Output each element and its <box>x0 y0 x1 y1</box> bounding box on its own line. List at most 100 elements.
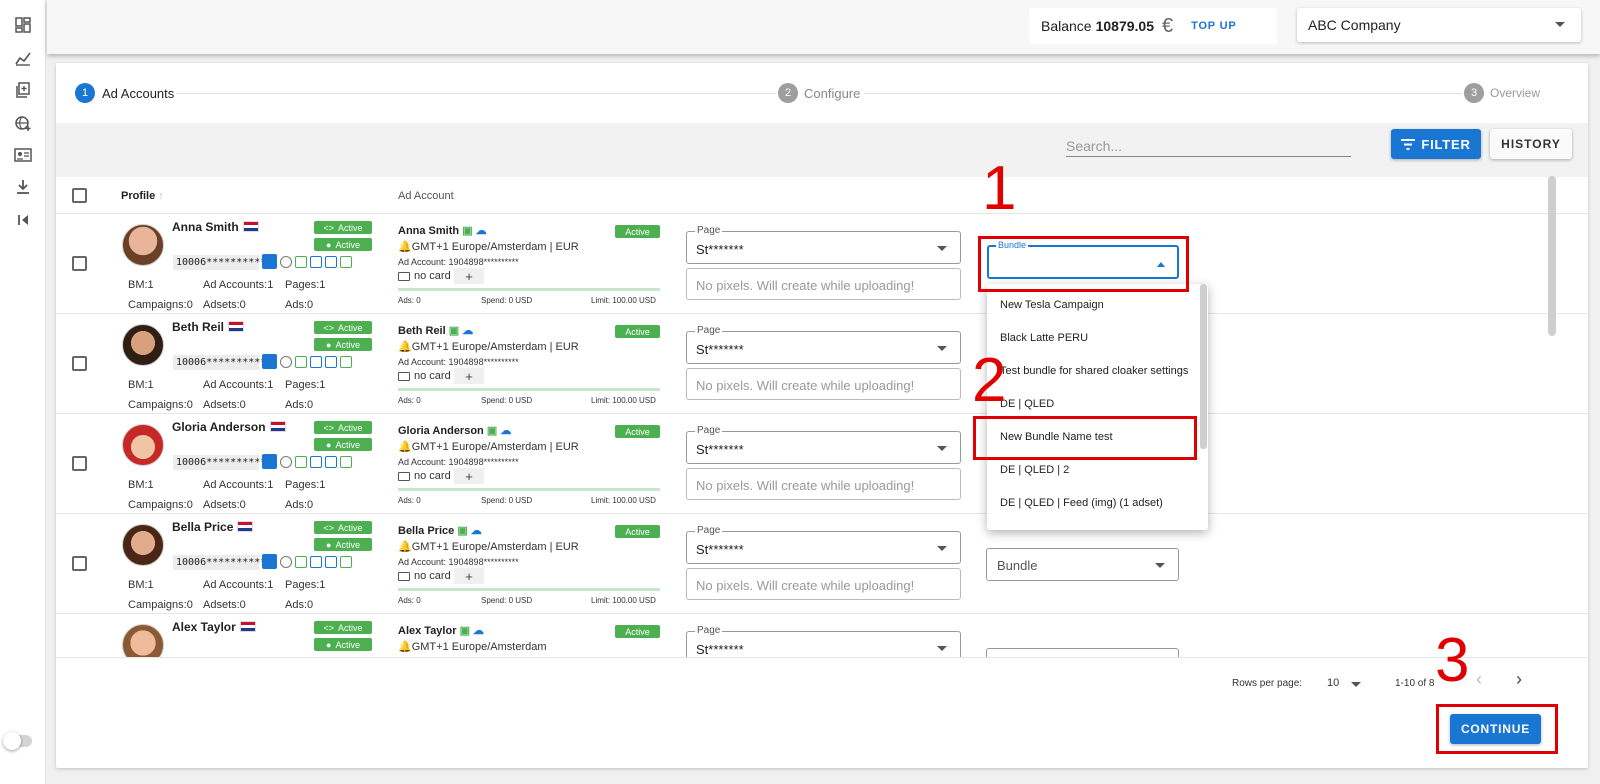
next-page-icon[interactable]: › <box>1516 669 1522 690</box>
row-checkbox[interactable] <box>72 456 87 471</box>
add-card-button[interactable]: + <box>454 368 484 384</box>
profile-card-icon[interactable] <box>262 254 277 269</box>
cloud-icon[interactable] <box>310 455 322 468</box>
menu-scrollbar[interactable] <box>1200 284 1207 449</box>
page-select[interactable]: Page St******* <box>686 625 961 657</box>
add-library-icon[interactable] <box>12 79 34 101</box>
pixel-field[interactable]: No pixels. Will create while uploading! <box>686 468 961 500</box>
money-icon[interactable] <box>340 455 352 468</box>
cloud-icon[interactable] <box>310 355 322 368</box>
step-3-label[interactable]: Overview <box>1490 86 1540 100</box>
page-select-label: Page <box>695 325 723 336</box>
bundle-option[interactable]: Black Latte PERU <box>1000 332 1088 344</box>
select-all-checkbox[interactable] <box>72 188 87 203</box>
page-select[interactable]: Page St******* <box>686 325 961 364</box>
dashboard-icon[interactable] <box>12 14 34 36</box>
add-card-button[interactable]: + <box>454 568 484 584</box>
ad-timezone: 🔔GMT+1 Europe/Amsterdam | EUR <box>398 241 579 253</box>
pages-icon[interactable] <box>325 355 337 368</box>
pixel-field[interactable]: No pixels. Will create while uploading! <box>686 368 961 400</box>
browser-icon[interactable] <box>280 355 292 368</box>
row-checkbox[interactable] <box>72 556 87 571</box>
history-button[interactable]: HISTORY <box>1490 129 1572 159</box>
step-connector <box>864 93 1462 94</box>
previous-page-icon[interactable]: ‹ <box>1476 669 1482 690</box>
pixel-field[interactable]: No pixels. Will create while uploading! <box>686 568 961 600</box>
step-3-circle: 3 <box>1464 83 1484 103</box>
bundle-option[interactable]: DE | QLED | Feed (img) (1 adset) <box>1000 497 1163 509</box>
cookie-icon: ● <box>326 439 332 450</box>
pixel-field[interactable]: No pixels. Will create while uploading! <box>686 268 961 300</box>
profile-name: Bella Price <box>172 520 254 534</box>
bundle-option[interactable]: DE | QLED | 2 <box>1000 464 1069 476</box>
add-card-button[interactable]: + <box>454 268 484 284</box>
browser-icon[interactable] <box>280 255 292 268</box>
bundle-option[interactable]: DE | QLED <box>1000 398 1054 410</box>
page-select-value: St******* <box>696 542 744 557</box>
profile-card-icon[interactable] <box>12 144 34 166</box>
page-select[interactable]: Page St******* <box>686 225 961 264</box>
step-connector <box>176 93 776 94</box>
document-icon[interactable] <box>295 455 307 468</box>
profile-id: 10006********** <box>173 255 266 270</box>
cloud-icon[interactable] <box>310 555 322 568</box>
column-header-profile[interactable]: Profile ↑ <box>121 190 164 202</box>
table-row: Alex Taylor <> Active ● Active Alex Taylor… <box>56 614 1588 657</box>
wizard-card: 1 Ad Accounts 2 Configure 3 Overview Sea… <box>56 63 1588 768</box>
ads-count: Ads:0 <box>285 399 314 411</box>
document-icon[interactable] <box>295 355 307 368</box>
ad-account-name: Alex Taylor ▣ ☁ <box>398 625 485 637</box>
pagination-range: 1-10 of 8 <box>1395 678 1435 689</box>
bundle-option[interactable]: Test bundle for shared cloaker settings <box>1000 365 1188 377</box>
collapse-rail-icon[interactable] <box>12 209 34 231</box>
money-icon[interactable] <box>340 255 352 268</box>
step-2-label[interactable]: Configure <box>804 86 860 101</box>
add-card-button[interactable]: + <box>454 468 484 484</box>
rows-per-page-select[interactable]: 10 <box>1327 677 1339 689</box>
money-icon[interactable] <box>340 355 352 368</box>
page-select-value: St******* <box>696 442 744 457</box>
bundle-select[interactable] <box>986 648 1179 657</box>
pages-icon[interactable] <box>325 255 337 268</box>
company-select[interactable]: ABC Company <box>1297 8 1581 42</box>
rows-per-page-label: Rows per page: <box>1232 678 1303 689</box>
step-1-label[interactable]: Ad Accounts <box>102 86 174 101</box>
filter-button[interactable]: FILTER <box>1391 129 1481 159</box>
top-up-button[interactable]: TOP UP <box>1191 20 1236 32</box>
company-select-value: ABC Company <box>1308 17 1401 33</box>
bundle-select[interactable]: Bundle <box>986 548 1179 581</box>
row-checkbox[interactable] <box>72 356 87 371</box>
euro-icon: € <box>1162 14 1174 37</box>
document-icon[interactable] <box>295 555 307 568</box>
bundle-option[interactable]: New Tesla Campaign <box>1000 299 1104 311</box>
profile-card-icon[interactable] <box>262 554 277 569</box>
page-select[interactable]: Page St******* <box>686 425 961 464</box>
row-checkbox[interactable] <box>72 256 87 271</box>
download-icon[interactable] <box>12 176 34 198</box>
browser-icon[interactable] <box>280 555 292 568</box>
money-icon[interactable] <box>340 555 352 568</box>
annotation-number: 3 <box>1435 626 1470 695</box>
page-select[interactable]: Page St******* <box>686 525 961 564</box>
bm-count: BM:1 <box>128 579 154 591</box>
profile-card-icon[interactable] <box>262 354 277 369</box>
status-badge: <> Active <box>314 221 372 234</box>
cloud-icon[interactable] <box>310 255 322 268</box>
chevron-down-icon <box>937 646 947 651</box>
search-input[interactable]: Search... <box>1066 135 1351 157</box>
analytics-icon[interactable] <box>12 47 34 69</box>
page-scrollbar[interactable] <box>1548 176 1556 336</box>
profile-avatar <box>122 424 164 466</box>
pages-icon[interactable] <box>325 455 337 468</box>
ad-accounts-count: Ad Accounts:1 <box>203 279 274 291</box>
pages-icon[interactable] <box>325 555 337 568</box>
bm-count: BM:1 <box>128 379 154 391</box>
document-icon[interactable] <box>295 255 307 268</box>
theme-toggle-switch[interactable] <box>3 732 32 750</box>
code-icon: <> <box>323 222 334 233</box>
profile-card-icon[interactable] <box>262 454 277 469</box>
browser-icon[interactable] <box>280 455 292 468</box>
table-pagination: Rows per page: 10 1-10 of 8 ‹ › <box>56 657 1588 705</box>
add-domain-globe-icon[interactable] <box>12 112 34 134</box>
status-badge: ● Active <box>314 538 372 551</box>
